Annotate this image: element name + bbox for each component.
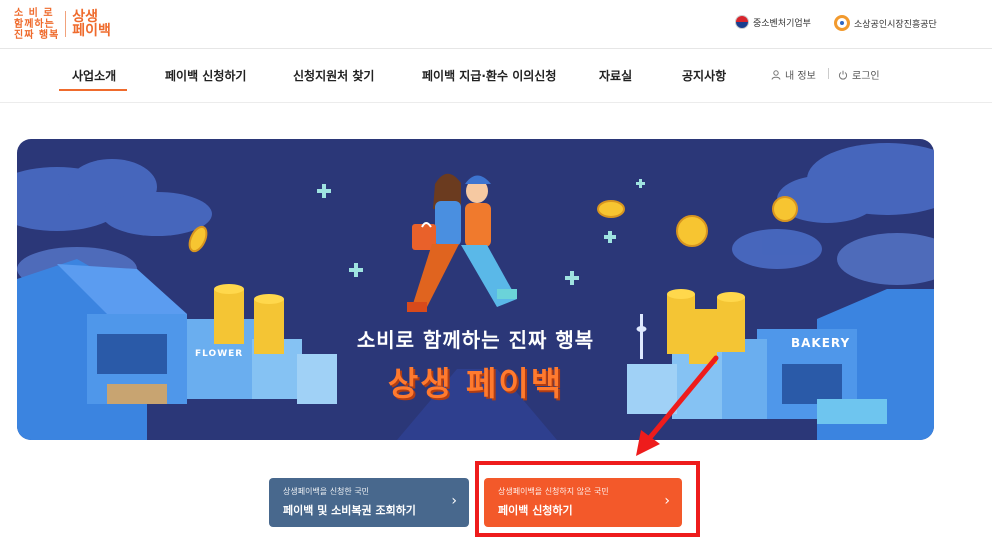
top-bar: 소 비 로 함께하는 진짜 행복 상생 페이백 중소벤처기업부 소상공인시장진흥… bbox=[0, 0, 992, 49]
lookup-payback-button[interactable]: 상생페이백을 신청한 국민 페이백 및 소비복권 조회하기 › bbox=[269, 478, 469, 527]
lookup-payback-label: 페이백 및 소비복권 조회하기 bbox=[283, 504, 416, 517]
logo-title: 상생 페이백 bbox=[72, 10, 111, 38]
login-label: 로그인 bbox=[852, 71, 880, 82]
user-icon bbox=[771, 69, 781, 80]
agency-label: 소상공인시장진흥공단 bbox=[854, 19, 937, 30]
banner-title: 상생 페이백 bbox=[387, 364, 564, 403]
logo-slogan-line2: 함께하는 bbox=[14, 18, 55, 30]
site-logo[interactable]: 소 비 로 함께하는 진짜 행복 상생 페이백 bbox=[14, 8, 111, 41]
logo-title-line2: 페이백 bbox=[72, 23, 111, 39]
nav-item-find-support[interactable]: 신청지원처 찾기 bbox=[293, 67, 374, 84]
banner-slogan: 소비로 함께하는 진짜 행복 bbox=[356, 328, 595, 352]
hero-banner: FLOWER BAKERY 소비로 함께하는 진짜 행복 상생 페이백 bbox=[17, 139, 934, 440]
nav-item-objection[interactable]: 페이백 지급·환수 이의신청 bbox=[422, 67, 556, 84]
logo-slogan-line1: 소 비 로 bbox=[14, 7, 54, 19]
ministry-label: 중소벤처기업부 bbox=[753, 18, 811, 29]
util-divider bbox=[828, 68, 829, 79]
korea-emblem-icon bbox=[735, 15, 749, 29]
ministry-link[interactable]: 중소벤처기업부 bbox=[735, 15, 811, 29]
agency-link[interactable]: 소상공인시장진흥공단 bbox=[834, 15, 937, 31]
my-info-label: 내 정보 bbox=[785, 71, 816, 82]
power-icon bbox=[838, 70, 848, 80]
nav-item-intro[interactable]: 사업소개 bbox=[72, 67, 116, 84]
my-info-link[interactable]: 내 정보 bbox=[771, 67, 816, 82]
logo-divider bbox=[65, 11, 67, 37]
nav-item-notices[interactable]: 공지사항 bbox=[682, 67, 726, 84]
lookup-payback-subtitle: 상생페이백을 신청한 국민 bbox=[283, 487, 370, 496]
logo-title-line1: 상생 bbox=[72, 9, 99, 25]
login-link[interactable]: 로그인 bbox=[838, 67, 880, 82]
logo-slogan-line3: 진짜 행복 bbox=[14, 29, 60, 41]
logo-slogan: 소 비 로 함께하는 진짜 행복 bbox=[14, 8, 59, 41]
nav-item-apply[interactable]: 페이백 신청하기 bbox=[165, 67, 246, 84]
nav-item-resources[interactable]: 자료실 bbox=[599, 67, 632, 84]
annotation-highlight-box bbox=[475, 461, 700, 537]
agency-emblem-icon bbox=[834, 15, 850, 31]
chevron-right-icon: › bbox=[451, 493, 457, 509]
nav-active-indicator bbox=[59, 89, 127, 91]
